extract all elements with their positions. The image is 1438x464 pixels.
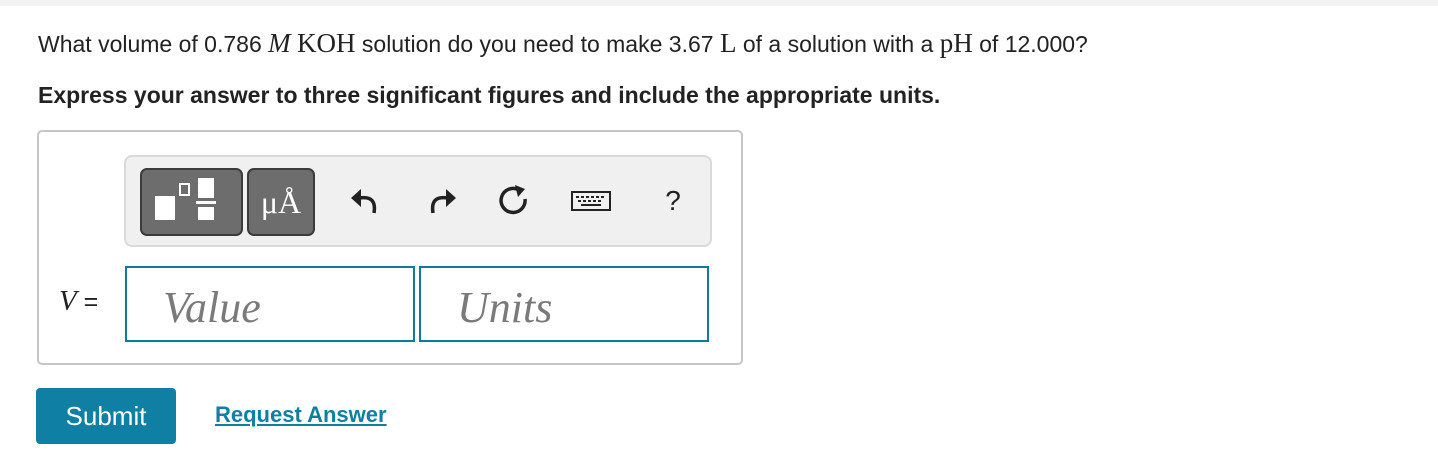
keyboard-icon: [571, 191, 611, 211]
value-input[interactable]: Value: [125, 266, 415, 342]
ph-symbol: pH: [939, 28, 973, 58]
value-placeholder: Value: [163, 283, 261, 332]
undo-button[interactable]: [343, 179, 387, 223]
instruction-text: Express your answer to three significant…: [38, 82, 941, 108]
question-part: solution do you need to make 3.67: [355, 31, 720, 57]
question-text: What volume of 0.786 M KOH solution do y…: [38, 28, 1088, 59]
answer-box: μÅ ? V = Value Units: [37, 130, 743, 365]
undo-icon: [351, 189, 377, 214]
redo-button[interactable]: [420, 179, 464, 223]
keyboard-button[interactable]: [569, 179, 613, 223]
reset-icon: [499, 185, 527, 215]
request-answer-link[interactable]: Request Answer: [215, 402, 387, 428]
units-input[interactable]: Units: [419, 266, 709, 342]
templates-icon: [155, 178, 216, 220]
variable-symbol: V: [59, 285, 77, 317]
reset-button[interactable]: [492, 179, 536, 223]
units-icon: μÅ: [260, 184, 302, 220]
units-button[interactable]: μÅ: [247, 168, 315, 236]
math-toolbar: μÅ ?: [124, 155, 712, 247]
question-part: of 12.000?: [972, 31, 1088, 57]
top-divider: [0, 0, 1438, 6]
submit-button[interactable]: Submit: [36, 388, 176, 444]
templates-button[interactable]: [140, 168, 243, 236]
liter-unit: L: [719, 28, 737, 58]
question-part: What volume of 0.786: [38, 31, 269, 57]
variable-label: V =: [59, 285, 98, 318]
help-icon: ?: [665, 185, 681, 216]
koh-formula: KOH: [297, 28, 356, 58]
redo-icon: [430, 189, 456, 214]
equals-sign: =: [76, 288, 99, 316]
help-button[interactable]: ?: [651, 179, 695, 223]
units-placeholder: Units: [457, 283, 553, 332]
question-part: of a solution with a: [736, 31, 940, 57]
molarity-symbol: M: [268, 28, 291, 58]
